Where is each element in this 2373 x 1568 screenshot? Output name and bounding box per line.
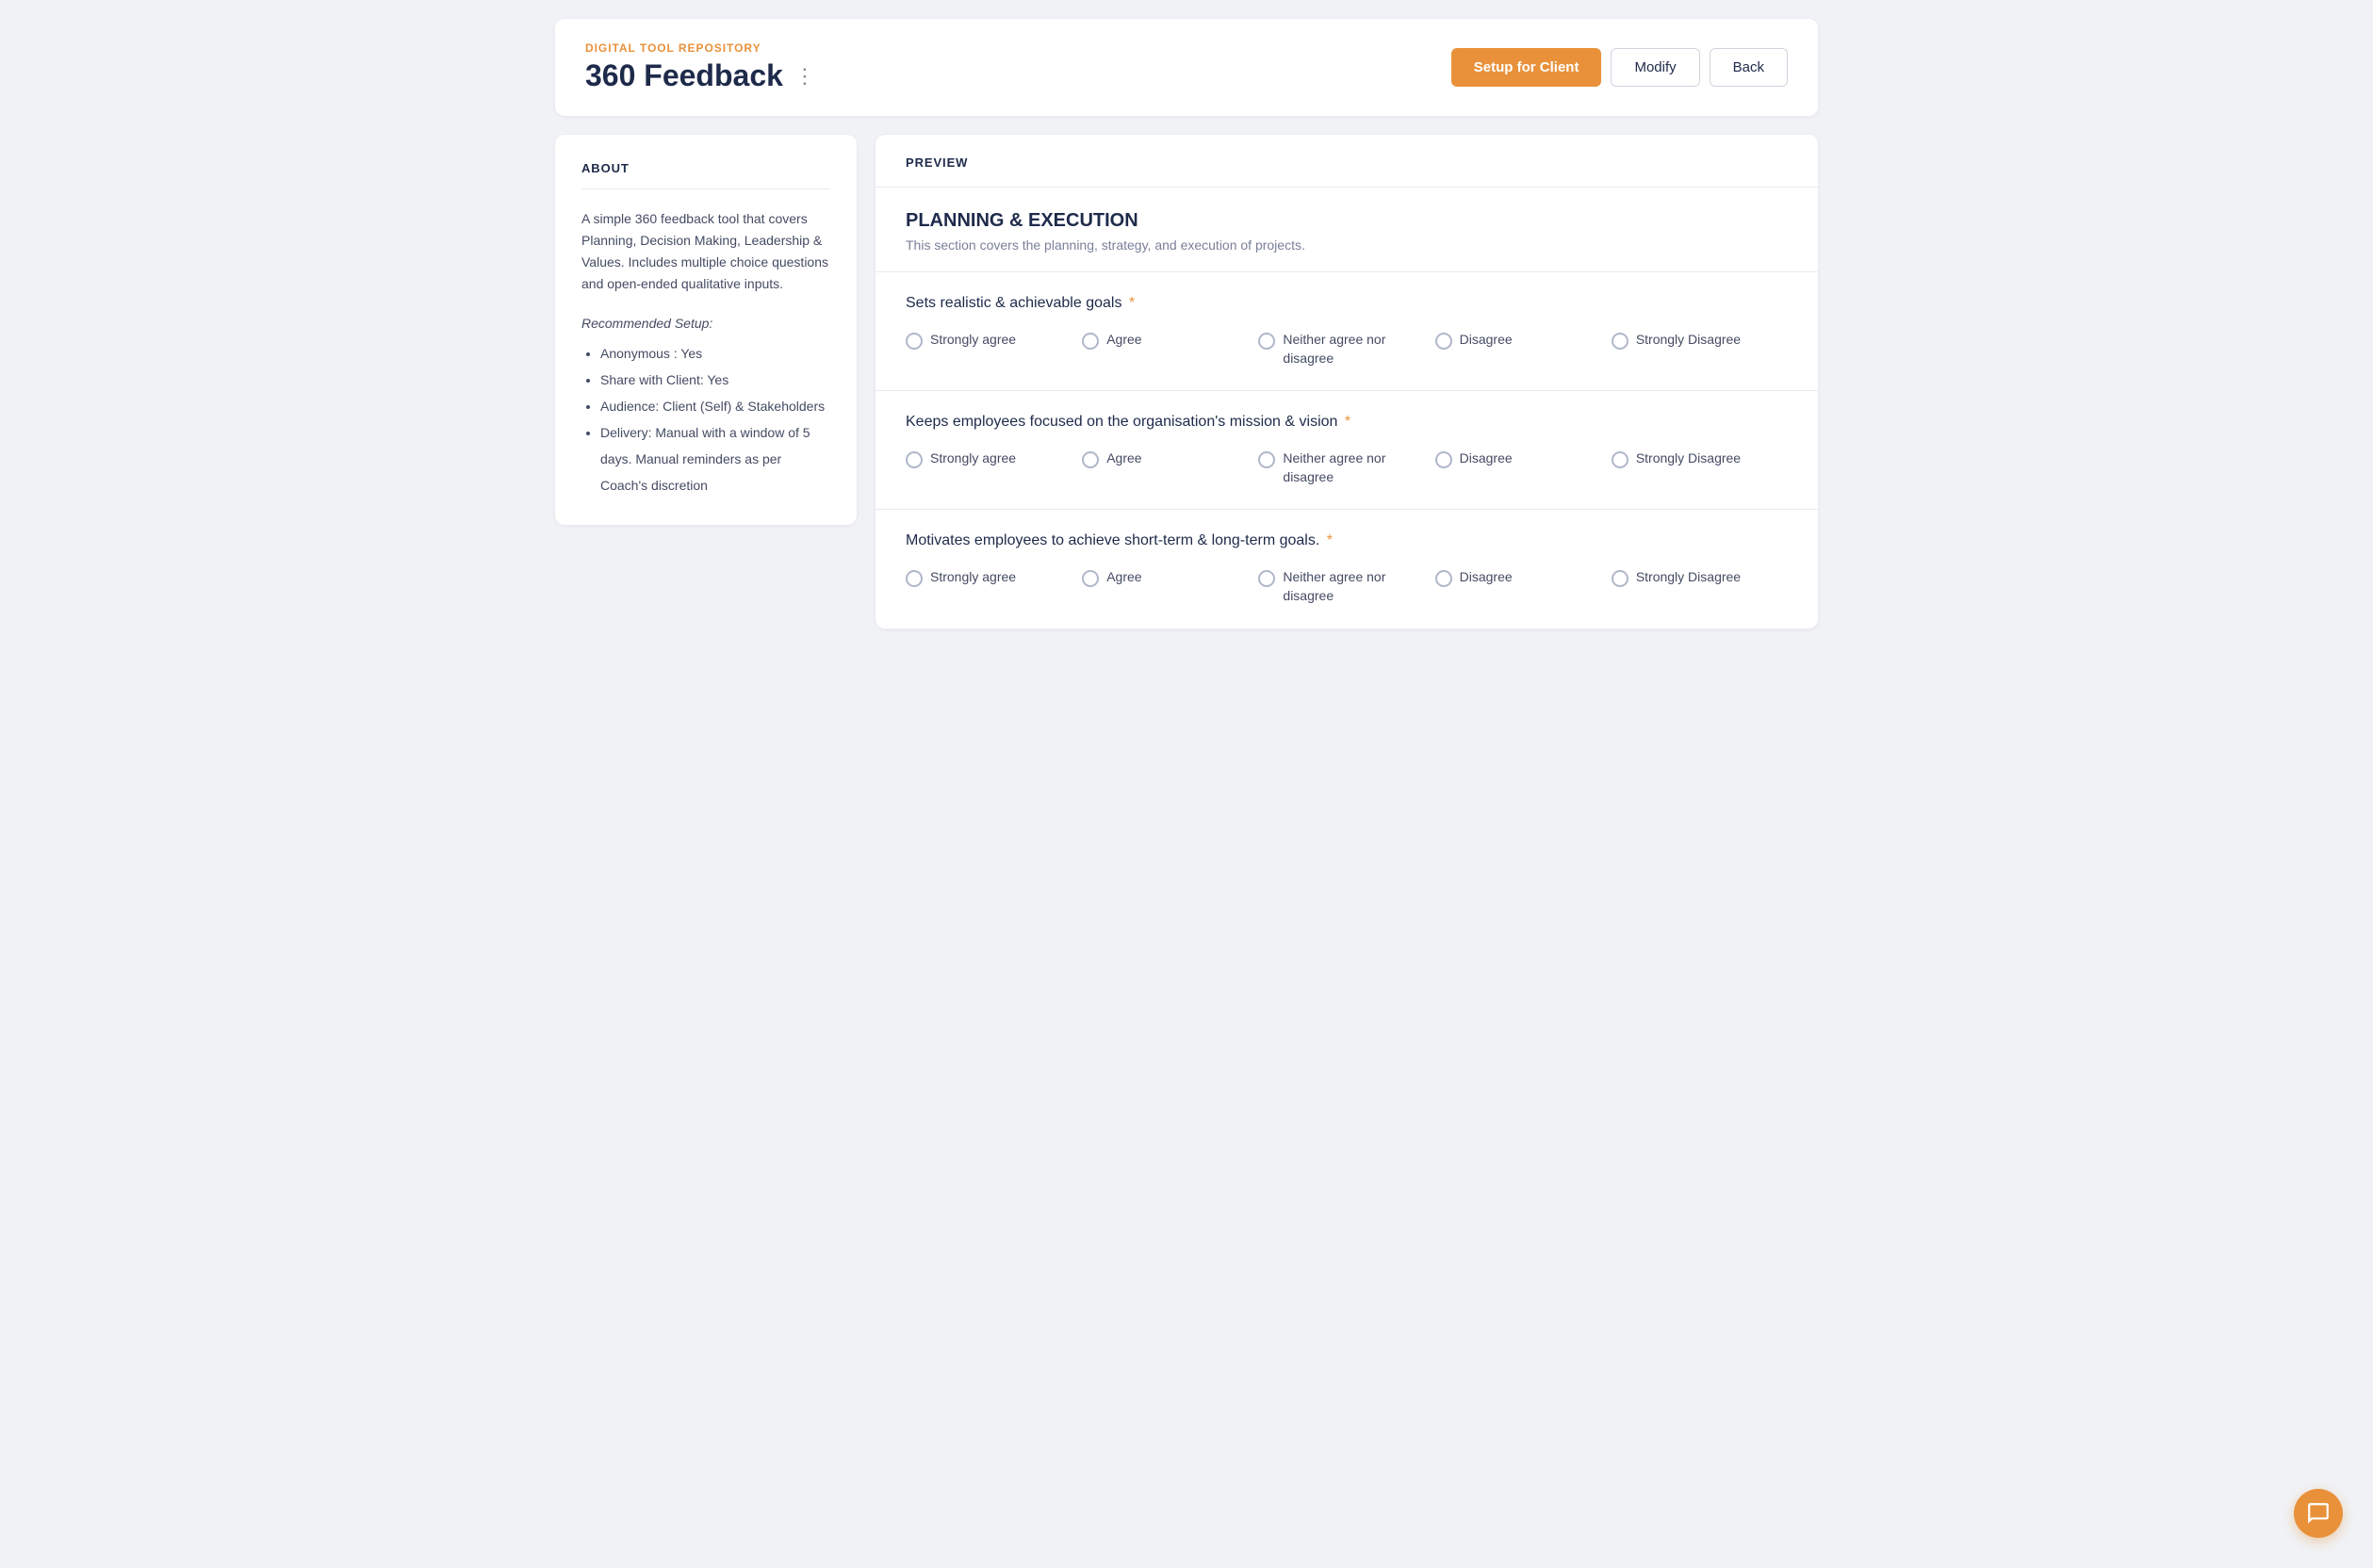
option-disagree-1[interactable]: Disagree [1435, 331, 1612, 368]
required-star-3: * [1322, 532, 1333, 548]
radio-circle[interactable] [1082, 451, 1099, 468]
repo-label: DIGITAL TOOL REPOSITORY [585, 41, 816, 55]
option-label: Strongly agree [930, 449, 1016, 468]
about-description: A simple 360 feedback tool that covers P… [581, 208, 830, 295]
page-title: 360 Feedback [585, 58, 783, 93]
option-strongly-disagree-3[interactable]: Strongly Disagree [1612, 568, 1788, 605]
option-agree-3[interactable]: Agree [1082, 568, 1258, 605]
options-row-3: Strongly agree Agree Neither agree nor d… [906, 568, 1788, 605]
setup-for-client-button[interactable]: Setup for Client [1451, 48, 1602, 87]
chat-button[interactable] [2294, 1489, 2343, 1538]
radio-circle[interactable] [1082, 570, 1099, 587]
more-icon[interactable]: ⋮ [794, 64, 816, 89]
option-disagree-3[interactable]: Disagree [1435, 568, 1612, 605]
radio-circle[interactable] [1258, 451, 1275, 468]
header-actions: Setup for Client Modify Back [1451, 48, 1788, 87]
preview-panel: PREVIEW PLANNING & EXECUTION This sectio… [876, 135, 1818, 629]
radio-circle[interactable] [1612, 570, 1628, 587]
page-wrapper: DIGITAL TOOL REPOSITORY 360 Feedback ⋮ S… [555, 19, 1818, 629]
radio-circle[interactable] [1258, 333, 1275, 350]
option-label: Agree [1106, 331, 1141, 350]
option-label: Strongly agree [930, 568, 1016, 587]
recommended-title: Recommended Setup: [581, 316, 830, 331]
question-text-3: Motivates employees to achieve short-ter… [906, 532, 1788, 549]
list-item: Share with Client: Yes [600, 367, 830, 393]
option-label: Disagree [1460, 331, 1513, 350]
page-title-row: 360 Feedback ⋮ [585, 58, 816, 93]
option-strongly-agree-1[interactable]: Strongly agree [906, 331, 1082, 368]
list-item: Audience: Client (Self) & Stakeholders [600, 393, 830, 419]
option-label: Strongly Disagree [1636, 449, 1741, 468]
option-neither-2[interactable]: Neither agree nor disagree [1258, 449, 1434, 486]
about-section-label: ABOUT [581, 161, 830, 189]
list-item: Anonymous : Yes [600, 340, 830, 367]
option-label: Agree [1106, 449, 1141, 468]
radio-circle[interactable] [906, 570, 923, 587]
radio-circle[interactable] [1258, 570, 1275, 587]
header-card: DIGITAL TOOL REPOSITORY 360 Feedback ⋮ S… [555, 19, 1818, 116]
question-block-2: Keeps employees focused on the organisat… [876, 391, 1818, 510]
main-content: ABOUT A simple 360 feedback tool that co… [555, 135, 1818, 629]
modify-button[interactable]: Modify [1611, 48, 1699, 87]
options-row-1: Strongly agree Agree Neither agree nor d… [906, 331, 1788, 368]
option-label: Strongly Disagree [1636, 331, 1741, 350]
section-subtitle: This section covers the planning, strate… [906, 237, 1788, 253]
option-strongly-agree-3[interactable]: Strongly agree [906, 568, 1082, 605]
question-text-1: Sets realistic & achievable goals * [906, 295, 1788, 312]
radio-circle[interactable] [1435, 333, 1452, 350]
option-label: Strongly Disagree [1636, 568, 1741, 587]
header-left: DIGITAL TOOL REPOSITORY 360 Feedback ⋮ [585, 41, 816, 93]
radio-circle[interactable] [1435, 451, 1452, 468]
option-agree-1[interactable]: Agree [1082, 331, 1258, 368]
about-panel: ABOUT A simple 360 feedback tool that co… [555, 135, 857, 525]
option-label: Neither agree nor disagree [1283, 331, 1434, 368]
preview-label: PREVIEW [906, 155, 1788, 170]
option-label: Strongly agree [930, 331, 1016, 350]
radio-circle[interactable] [906, 333, 923, 350]
radio-circle[interactable] [906, 451, 923, 468]
option-agree-2[interactable]: Agree [1082, 449, 1258, 486]
question-block-1: Sets realistic & achievable goals * Stro… [876, 272, 1818, 391]
radio-circle[interactable] [1082, 333, 1099, 350]
section-block: PLANNING & EXECUTION This section covers… [876, 188, 1818, 272]
options-row-2: Strongly agree Agree Neither agree nor d… [906, 449, 1788, 486]
option-label: Neither agree nor disagree [1283, 449, 1434, 486]
option-strongly-agree-2[interactable]: Strongly agree [906, 449, 1082, 486]
option-strongly-disagree-1[interactable]: Strongly Disagree [1612, 331, 1788, 368]
radio-circle[interactable] [1612, 451, 1628, 468]
recommended-list: Anonymous : Yes Share with Client: Yes A… [581, 340, 830, 498]
section-title: PLANNING & EXECUTION [906, 210, 1788, 232]
required-star-1: * [1124, 295, 1135, 311]
list-item: Delivery: Manual with a window of 5 days… [600, 419, 830, 498]
question-text-2: Keeps employees focused on the organisat… [906, 414, 1788, 431]
chat-icon [2306, 1501, 2331, 1526]
option-disagree-2[interactable]: Disagree [1435, 449, 1612, 486]
option-label: Neither agree nor disagree [1283, 568, 1434, 605]
radio-circle[interactable] [1612, 333, 1628, 350]
back-button[interactable]: Back [1710, 48, 1788, 87]
required-star-2: * [1340, 414, 1350, 430]
question-block-3: Motivates employees to achieve short-ter… [876, 510, 1818, 628]
option-label: Disagree [1460, 449, 1513, 468]
option-label: Agree [1106, 568, 1141, 587]
radio-circle[interactable] [1435, 570, 1452, 587]
option-neither-3[interactable]: Neither agree nor disagree [1258, 568, 1434, 605]
option-label: Disagree [1460, 568, 1513, 587]
preview-header: PREVIEW [876, 135, 1818, 188]
option-neither-1[interactable]: Neither agree nor disagree [1258, 331, 1434, 368]
option-strongly-disagree-2[interactable]: Strongly Disagree [1612, 449, 1788, 486]
